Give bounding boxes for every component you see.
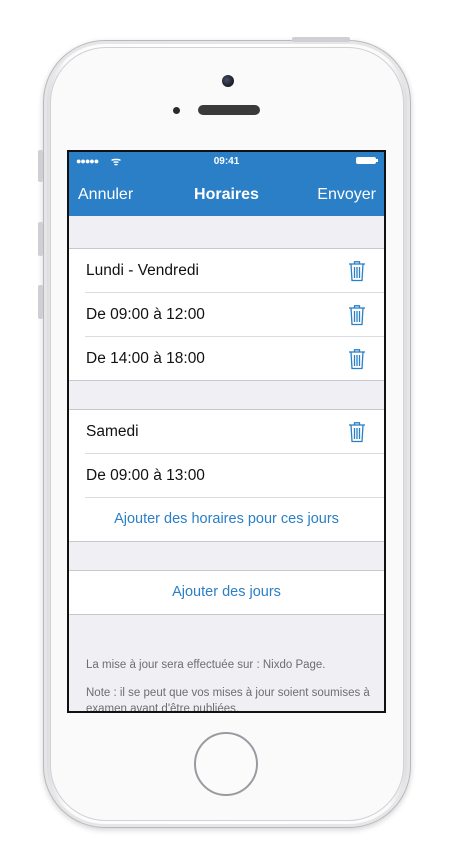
earpiece-speaker (198, 105, 260, 115)
add-hours-button[interactable]: Ajouter des horaires pour ces jours (69, 498, 384, 541)
proximity-sensor (173, 107, 180, 114)
trash-icon[interactable] (348, 421, 366, 443)
status-bar: ●●●●● ᯤ 09:41 (69, 155, 384, 169)
volume-up-button (38, 222, 43, 256)
day-label: Samedi (86, 423, 139, 440)
power-button (292, 37, 350, 42)
add-days-button[interactable]: Ajouter des jours (69, 571, 384, 614)
update-target-note: La mise à jour sera effectuée sur : Nixd… (86, 659, 326, 671)
schedule-group-saturday: Samedi De 09:00 à 13:00 Ajouter des hora… (69, 409, 384, 542)
review-note: Note : il se peut que vos mises à jour s… (86, 687, 370, 713)
trash-icon[interactable] (348, 348, 366, 370)
battery-icon (356, 157, 378, 164)
volume-down-button (38, 285, 43, 319)
time-slot-label: De 09:00 à 13:00 (86, 467, 205, 484)
navigation-bar: ●●●●● ᯤ 09:41 Annuler Horaires Envoyer (69, 152, 384, 216)
time-slot-label: De 14:00 à 18:00 (86, 350, 205, 367)
time-slot-row[interactable]: De 14:00 à 18:00 (85, 337, 384, 380)
home-button[interactable] (194, 732, 258, 796)
time-slot-row[interactable]: De 09:00 à 12:00 (85, 293, 384, 337)
front-camera (222, 75, 234, 87)
status-time: 09:41 (213, 156, 240, 167)
footer-notes: La mise à jour sera effectuée sur : Nixd… (86, 657, 374, 713)
mute-switch (38, 150, 43, 182)
day-row[interactable]: Lundi - Vendredi (85, 249, 384, 293)
schedule-group-weekdays: Lundi - Vendredi De 09:00 à 12:00 De 14:… (69, 248, 384, 381)
day-label: Lundi - Vendredi (86, 262, 199, 279)
time-slot-row[interactable]: De 09:00 à 13:00 (85, 454, 384, 498)
screen: ●●●●● ᯤ 09:41 Annuler Horaires Envoyer L… (67, 150, 386, 713)
time-slot-label: De 09:00 à 12:00 (86, 306, 205, 323)
send-button[interactable]: Envoyer (317, 186, 376, 204)
add-days-group: Ajouter des jours (69, 570, 384, 615)
trash-icon[interactable] (348, 260, 366, 282)
trash-icon[interactable] (348, 304, 366, 326)
day-row[interactable]: Samedi (85, 410, 384, 454)
